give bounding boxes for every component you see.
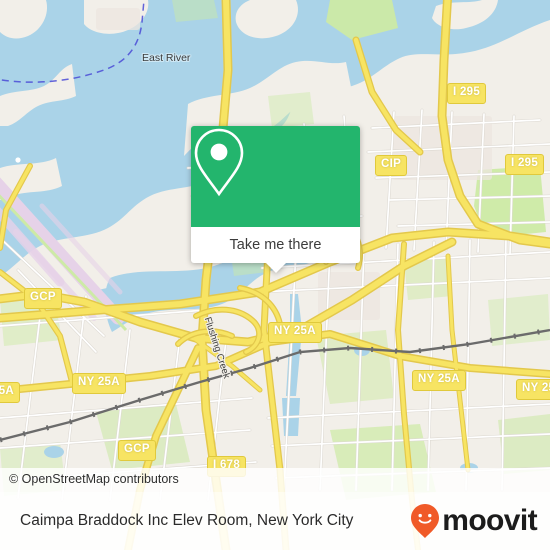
road-shield-ny25a-center[interactable]: NY 25A bbox=[268, 322, 322, 343]
location-pin-icon bbox=[194, 128, 244, 197]
moovit-logo[interactable]: moovit bbox=[410, 503, 538, 539]
place-title: Caimpa Braddock Inc Elev Room, New York … bbox=[20, 512, 354, 529]
popup-pin-panel bbox=[191, 126, 360, 227]
road-shield-gcp-west[interactable]: GCP bbox=[24, 288, 62, 309]
attribution-text[interactable]: © OpenStreetMap contributors bbox=[9, 472, 179, 486]
moovit-smiley-pin-icon bbox=[411, 504, 440, 538]
road-shield-gcp-south[interactable]: GCP bbox=[118, 440, 156, 461]
map-screenshot: East River Flushing Creek I 295 I 295 CI… bbox=[0, 0, 550, 550]
road-shield-cip[interactable]: CIP bbox=[375, 155, 408, 176]
road-shield-25a-edge[interactable]: 25A bbox=[0, 382, 20, 403]
map-attribution-bar: © OpenStreetMap contributors bbox=[0, 468, 550, 492]
footer-bar: Caimpa Braddock Inc Elev Room, New York … bbox=[0, 492, 550, 550]
water-label-east-river: East River bbox=[142, 52, 191, 64]
road-shield-ny25-edge[interactable]: NY 25 bbox=[516, 379, 550, 400]
road-shield-i295-north[interactable]: I 295 bbox=[447, 83, 487, 104]
map-canvas[interactable]: East River Flushing Creek I 295 I 295 CI… bbox=[0, 0, 550, 550]
road-shield-ny25a-east[interactable]: NY 25A bbox=[412, 370, 466, 391]
popup-pointer-tail bbox=[264, 262, 287, 273]
moovit-wordmark: moovit bbox=[442, 504, 537, 537]
popup-action-bar[interactable]: Take me there bbox=[191, 227, 360, 273]
road-shield-ny25a-west[interactable]: NY 25A bbox=[72, 373, 126, 394]
road-shield-i295-east[interactable]: I 295 bbox=[505, 154, 545, 175]
take-me-there-button-label: Take me there bbox=[229, 237, 322, 253]
location-popup-card[interactable]: Take me there bbox=[191, 126, 360, 273]
